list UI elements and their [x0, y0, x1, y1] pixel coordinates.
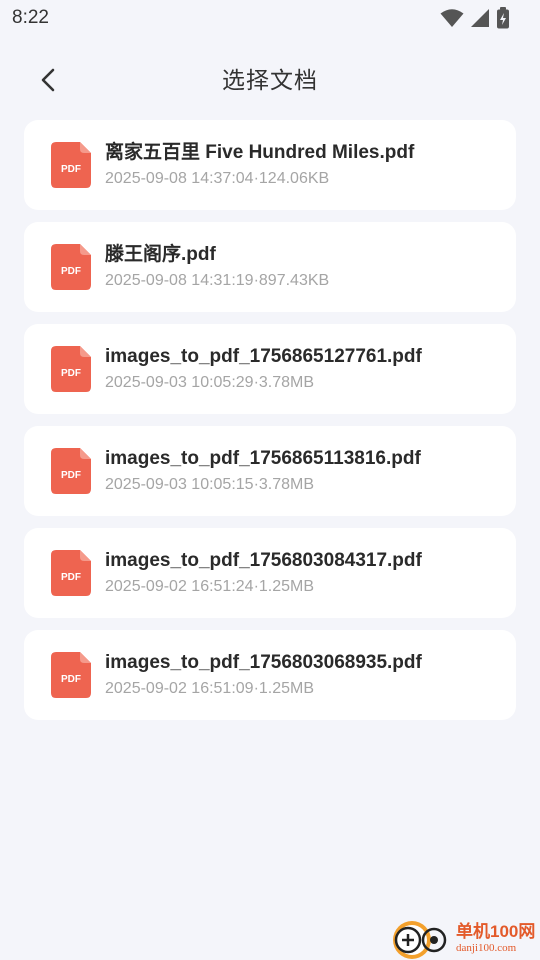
- file-meta: 2025-09-08 14:31:19·897.43KB: [105, 272, 330, 289]
- file-item[interactable]: PDF images_to_pdf_1756865113816.pdf 2025…: [24, 426, 516, 516]
- watermark-text: 单机100网 danji100.com: [456, 922, 535, 955]
- watermark-url: danji100.com: [456, 941, 517, 954]
- status-time: 8:22: [12, 7, 49, 28]
- file-meta: 2025-09-03 10:05:29·3.78MB: [105, 374, 315, 391]
- svg-text:PDF: PDF: [61, 470, 81, 481]
- pdf-file-icon: PDF: [51, 244, 91, 290]
- page-title: 选择文档: [222, 67, 318, 93]
- signal-icon: [471, 9, 489, 27]
- file-name: images_to_pdf_1756865127761.pdf: [105, 346, 422, 367]
- status-icons: [440, 7, 510, 29]
- file-text: 滕王阁序.pdf 2025-09-08 14:31:19·897.43KB: [105, 243, 329, 291]
- file-name: images_to_pdf_1756865113816.pdf: [105, 448, 421, 469]
- status-bar: 8:22: [0, 0, 540, 36]
- watermark-name: 单机100网: [456, 921, 536, 941]
- wifi-icon: [440, 9, 464, 27]
- file-meta: 2025-09-08 14:37:04·124.06KB: [105, 170, 330, 187]
- pdf-file-icon: PDF: [51, 142, 91, 188]
- pdf-file-icon: PDF: [51, 550, 91, 596]
- file-item[interactable]: PDF 滕王阁序.pdf 2025-09-08 14:31:19·897.43K…: [24, 222, 516, 312]
- svg-text:PDF: PDF: [61, 368, 81, 379]
- header: 选择文档: [0, 52, 540, 104]
- file-name: 滕王阁序.pdf: [105, 244, 216, 265]
- file-text: images_to_pdf_1756803068935.pdf 2025-09-…: [105, 651, 422, 699]
- pdf-file-icon: PDF: [51, 448, 91, 494]
- file-name: images_to_pdf_1756803084317.pdf: [105, 550, 422, 571]
- watermark: 单机100网 danji100.com: [390, 916, 540, 960]
- back-button[interactable]: [30, 62, 66, 98]
- file-text: images_to_pdf_1756803084317.pdf 2025-09-…: [105, 549, 422, 597]
- file-item[interactable]: PDF images_to_pdf_1756865127761.pdf 2025…: [24, 324, 516, 414]
- pdf-file-icon: PDF: [51, 346, 91, 392]
- file-item[interactable]: PDF images_to_pdf_1756803068935.pdf 2025…: [24, 630, 516, 720]
- pdf-file-icon: PDF: [51, 652, 91, 698]
- chevron-left-icon: [41, 68, 55, 92]
- svg-text:PDF: PDF: [61, 572, 81, 583]
- file-list: PDF 离家五百里 Five Hundred Miles.pdf 2025-09…: [24, 120, 516, 720]
- file-meta: 2025-09-02 16:51:09·1.25MB: [105, 680, 315, 697]
- battery-icon: [497, 7, 509, 29]
- watermark-logo-icon: [393, 921, 447, 959]
- file-text: images_to_pdf_1756865113816.pdf 2025-09-…: [105, 447, 421, 495]
- file-item[interactable]: PDF 离家五百里 Five Hundred Miles.pdf 2025-09…: [24, 120, 516, 210]
- svg-text:PDF: PDF: [61, 266, 81, 277]
- file-meta: 2025-09-02 16:51:24·1.25MB: [105, 578, 315, 595]
- file-item[interactable]: PDF images_to_pdf_1756803084317.pdf 2025…: [24, 528, 516, 618]
- file-text: images_to_pdf_1756865127761.pdf 2025-09-…: [105, 345, 422, 393]
- file-meta: 2025-09-03 10:05:15·3.78MB: [105, 476, 315, 493]
- file-text: 离家五百里 Five Hundred Miles.pdf 2025-09-08 …: [105, 141, 414, 189]
- file-name: images_to_pdf_1756803068935.pdf: [105, 652, 422, 673]
- file-name: 离家五百里 Five Hundred Miles.pdf: [105, 142, 415, 163]
- svg-text:PDF: PDF: [61, 164, 81, 175]
- svg-text:PDF: PDF: [61, 674, 81, 685]
